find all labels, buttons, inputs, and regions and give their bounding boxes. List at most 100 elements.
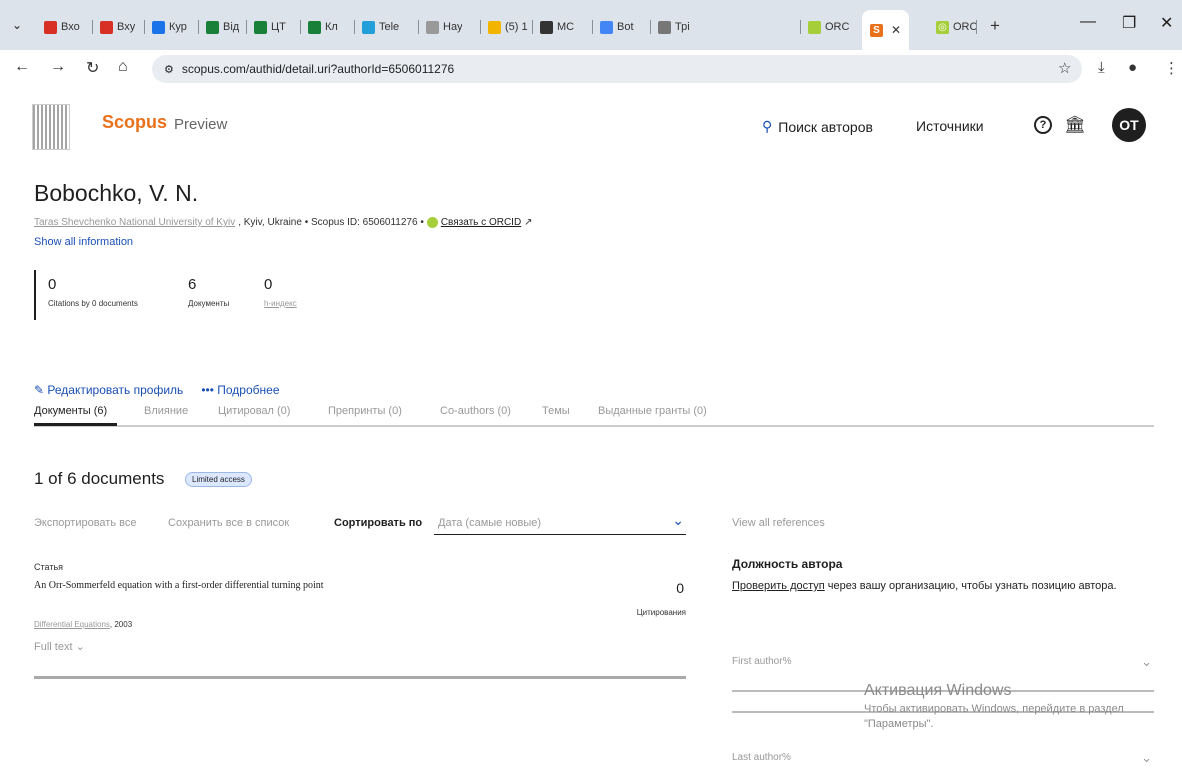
url-bar[interactable]: ⚙ scopus.com/authid/detail.uri?authorId=… [152, 55, 1082, 83]
edit-profile-button[interactable]: ✎ Редактировать профиль [34, 383, 183, 397]
export-all-button[interactable]: Экспортировать все [34, 517, 136, 529]
full-text-label: Full text [34, 641, 73, 653]
metric-citations[interactable]: 0 Citations by 0 documents [48, 276, 138, 308]
browser-tab[interactable]: Кл [308, 16, 338, 38]
browser-tab[interactable]: МС [540, 16, 574, 38]
browser-tab[interactable]: Нау [426, 16, 462, 38]
tab-documents[interactable]: Документы (6) [34, 405, 118, 426]
tab-label: Трі [675, 21, 690, 33]
save-all-button[interactable]: Сохранить все в список [168, 517, 289, 529]
sheets-icon [254, 20, 267, 34]
download-icon[interactable]: ⤓ [1098, 59, 1105, 76]
document-type: Статья [34, 562, 64, 572]
browser-menu-icon[interactable]: ⋮ [1164, 59, 1179, 77]
tab-search-chevron-icon[interactable]: ⌄ [12, 18, 32, 34]
elsevier-logo[interactable] [32, 104, 70, 150]
show-all-info-link[interactable]: Show all information [34, 236, 133, 248]
search-icon: ⚲ [762, 118, 773, 134]
dots-icon: ••• [201, 383, 214, 397]
browser-tab[interactable]: Від [206, 16, 239, 38]
tab-close-icon[interactable]: ✕ [891, 23, 901, 37]
tab-impact[interactable]: Влияние [144, 405, 188, 417]
back-icon[interactable]: ← [14, 58, 30, 76]
forward-icon[interactable]: → [50, 58, 66, 76]
bar-icon [488, 20, 501, 34]
metric-label: h-индекс [264, 299, 297, 308]
document-source: Differential Equations, 2003 [34, 620, 132, 629]
tab-label: (5) 1 [505, 21, 528, 33]
tab-topics[interactable]: Темы [542, 405, 570, 417]
tab-label: Нау [443, 21, 463, 33]
sort-select[interactable]: Дата (самые новые) ⌄ [434, 512, 686, 535]
tab-preprints[interactable]: Препринты (0) [328, 405, 402, 417]
search-authors-label: Поиск авторов [778, 118, 873, 135]
chevron-down-icon: ⌄ [75, 641, 85, 653]
brand-name[interactable]: Scopus [102, 112, 167, 133]
author-metrics: 0 Citations by 0 documents 6 Документы 0… [34, 270, 297, 320]
minimize-icon[interactable]: — [1080, 13, 1096, 31]
document-title[interactable]: An Orr-Sommerfeld equation with a first-… [34, 580, 324, 591]
browser-tab[interactable]: Вху [100, 16, 135, 38]
tab-separator [92, 20, 93, 34]
tab-separator [532, 20, 533, 34]
gmail-icon [44, 20, 57, 34]
browser-tabstrip: ⌄ Вхо Вху Кур Від ЦТ Кл Tele Нау (5) 1 МС Bot Трі OR… [0, 0, 1182, 50]
first-author-accordion[interactable]: First author% ⌄ [732, 654, 1154, 669]
last-author-accordion[interactable]: Last author% ⌄ [732, 750, 1154, 765]
sheets-icon [206, 20, 219, 34]
full-text-toggle[interactable]: Full text ⌄ [34, 640, 85, 653]
orcid-icon [426, 217, 438, 228]
affiliation-link[interactable]: Taras Shevchenko National University of … [34, 217, 235, 228]
check-access-link[interactable]: Проверить доступ [732, 580, 825, 592]
browser-tab[interactable]: Трі [658, 16, 690, 38]
help-icon[interactable]: ? [1034, 116, 1052, 134]
sources-link[interactable]: Источники [916, 118, 984, 134]
more-button[interactable]: ••• Подробнее [201, 383, 279, 397]
reload-icon[interactable]: ↻ [86, 58, 99, 78]
profile-icon[interactable]: ● [1128, 59, 1137, 76]
tab-cited-by[interactable]: Цитировал (0) [218, 405, 290, 417]
browser-tab[interactable]: ORC [808, 16, 849, 38]
external-link-icon: ↗ [524, 217, 533, 228]
restore-icon[interactable]: ❐ [1122, 13, 1136, 33]
browser-tab[interactable]: Вхо [44, 16, 80, 38]
avatar[interactable]: OT [1112, 108, 1146, 142]
author-position-title: Должность автора [732, 557, 843, 571]
close-window-icon[interactable]: ✕ [1160, 13, 1173, 33]
tab-label: ORC [953, 21, 978, 33]
tab-orcid-last[interactable]: ◎ ORC [936, 16, 977, 38]
browser-toolbar: ← → ↻ ⌂ ⚙ scopus.com/authid/detail.uri?a… [0, 50, 1182, 88]
tab-active-scopus[interactable]: S ✕ [862, 10, 910, 50]
browser-tab[interactable]: Кур [152, 16, 187, 38]
tab-label: Кур [169, 21, 187, 33]
browser-tab[interactable]: Bot [600, 16, 634, 38]
tab-coauthors[interactable]: Co-authors (0) [440, 405, 511, 417]
tab-separator [592, 20, 593, 34]
tab-separator [144, 20, 145, 34]
telegram-icon [362, 20, 375, 34]
tab-separator [354, 20, 355, 34]
connect-orcid-link[interactable]: Связать с ORCID [441, 217, 521, 228]
view-all-references-link[interactable]: View all references [732, 517, 825, 529]
browser-tab[interactable]: Tele [362, 16, 399, 38]
bookmark-star-icon[interactable]: ☆ [1058, 59, 1071, 77]
home-icon[interactable]: ⌂ [118, 58, 128, 76]
tab-separator [300, 20, 301, 34]
tab-separator [480, 20, 481, 34]
institution-icon[interactable]: 🏛 [1064, 115, 1086, 135]
new-tab-icon[interactable]: + [990, 16, 1000, 36]
sort-value: Дата (самые новые) [438, 517, 542, 529]
browser-tab[interactable]: (5) 1 [488, 16, 528, 38]
documents-heading: 1 of 6 documents [34, 469, 165, 488]
metric-label: Документы [188, 299, 230, 308]
browser-tab[interactable]: ЦТ [254, 16, 286, 38]
sources-label: Источники [916, 118, 984, 134]
divider [34, 676, 686, 679]
search-authors-link[interactable]: ⚲ Поиск авторов [762, 118, 873, 135]
source-link[interactable]: Differential Equations [34, 620, 110, 629]
metric-h-index[interactable]: 0 h-индекс [264, 276, 297, 308]
metric-documents[interactable]: 6 Документы [188, 276, 229, 308]
author-name: Bobochko, V. N. [34, 180, 199, 206]
tab-grants[interactable]: Выданные гранты (0) [598, 405, 707, 417]
site-info-icon[interactable]: ⚙ [164, 63, 174, 76]
